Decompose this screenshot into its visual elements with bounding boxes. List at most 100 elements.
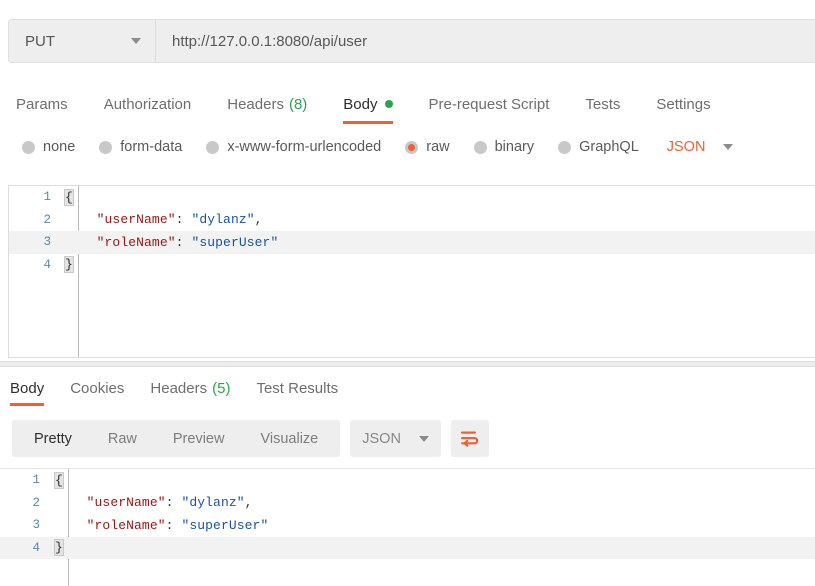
line-number: 1 bbox=[32, 473, 40, 488]
response-view-raw[interactable]: Raw bbox=[90, 420, 155, 457]
url-value: http://127.0.0.1:8080/api/user bbox=[172, 32, 368, 50]
response-view-pretty[interactable]: Pretty bbox=[16, 420, 90, 457]
headers-count-badge: (5) bbox=[212, 380, 231, 397]
response-view-toolbar: Pretty Raw Preview Visualize JSON bbox=[12, 420, 489, 457]
code-content: "userName": "dylanz", bbox=[55, 495, 253, 510]
request-body-editor[interactable]: 1 { 2 "userName": "dylanz", 3 "roleName"… bbox=[8, 185, 815, 358]
open-brace: { bbox=[64, 188, 74, 206]
tab-label: Pre-request Script bbox=[428, 95, 550, 113]
tab-label: Body bbox=[343, 95, 378, 113]
json-key: "userName" bbox=[86, 495, 166, 511]
response-view-preview[interactable]: Preview bbox=[155, 420, 243, 457]
response-tab-test-results[interactable]: Test Results bbox=[256, 371, 338, 406]
view-label: Pretty bbox=[34, 430, 72, 447]
response-body-editor[interactable]: 1 { 2 "userName": "dylanz", 3 "roleName"… bbox=[0, 468, 815, 586]
tab-authorization[interactable]: Authorization bbox=[104, 84, 192, 124]
tab-pre-request-script[interactable]: Pre-request Script bbox=[429, 84, 550, 124]
code-content: "roleName": "superUser" bbox=[65, 235, 279, 250]
wrap-lines-button[interactable] bbox=[450, 420, 489, 457]
chevron-down-icon bbox=[418, 435, 429, 442]
response-tabs: Body Cookies Headers (5) Test Results bbox=[0, 371, 815, 406]
url-input[interactable]: http://127.0.0.1:8080/api/user bbox=[155, 19, 815, 63]
response-view-visualize[interactable]: Visualize bbox=[242, 420, 336, 457]
body-type-graphql[interactable]: GraphQL bbox=[558, 139, 639, 155]
code-line[interactable]: 4 } bbox=[0, 536, 815, 559]
body-present-dot-icon bbox=[384, 100, 393, 108]
response-tab-body[interactable]: Body bbox=[10, 371, 45, 406]
line-number: 4 bbox=[43, 257, 51, 272]
radio-label: binary bbox=[494, 139, 535, 155]
code-content: { bbox=[64, 188, 74, 206]
code-content: { bbox=[54, 471, 64, 489]
request-tabs: Params Authorization Headers (8) Body Pr… bbox=[0, 84, 815, 124]
tab-label: Cookies bbox=[70, 380, 125, 397]
open-brace: { bbox=[54, 471, 64, 489]
line-number: 2 bbox=[32, 495, 40, 510]
code-line[interactable]: 1 { bbox=[0, 469, 815, 492]
code-line[interactable]: 3 "roleName": "superUser" bbox=[0, 514, 815, 537]
tab-tests[interactable]: Tests bbox=[585, 84, 620, 124]
json-comma: , bbox=[244, 495, 253, 511]
request-url-bar: PUT http://127.0.0.1:8080/api/user bbox=[8, 19, 815, 63]
view-label: Preview bbox=[172, 430, 225, 447]
body-type-form-data[interactable]: form-data bbox=[99, 139, 182, 155]
json-key: "roleName" bbox=[86, 517, 166, 533]
json-key: "userName" bbox=[96, 212, 176, 228]
json-value: "dylanz" bbox=[191, 212, 255, 228]
json-colon: : bbox=[175, 212, 192, 228]
code-line[interactable]: 2 "userName": "dylanz", bbox=[9, 209, 815, 232]
response-tab-cookies[interactable]: Cookies bbox=[70, 371, 124, 406]
line-number: 3 bbox=[32, 518, 40, 533]
http-method-dropdown[interactable]: PUT bbox=[8, 19, 155, 63]
json-value: "dylanz" bbox=[181, 495, 245, 511]
json-value: "superUser" bbox=[181, 517, 269, 533]
line-number: 1 bbox=[43, 190, 51, 205]
response-format-dropdown[interactable]: JSON bbox=[350, 420, 441, 457]
radio-label: GraphQL bbox=[579, 139, 639, 155]
json-colon: : bbox=[165, 495, 182, 511]
code-line[interactable]: 3 "roleName": "superUser" bbox=[9, 231, 815, 254]
response-tab-headers[interactable]: Headers (5) bbox=[150, 371, 230, 406]
radio-label: x-www-form-urlencoded bbox=[227, 139, 382, 155]
http-method-label: PUT bbox=[25, 32, 55, 50]
headers-count-badge: (8) bbox=[288, 95, 308, 113]
view-label: Raw bbox=[107, 430, 137, 447]
pane-resize-divider[interactable] bbox=[0, 361, 815, 367]
tab-label: Settings bbox=[656, 95, 711, 113]
radio-icon bbox=[473, 140, 487, 154]
code-content: "roleName": "superUser" bbox=[55, 517, 269, 533]
line-number: 4 bbox=[32, 540, 40, 555]
json-comma: , bbox=[254, 212, 263, 228]
tab-label: Authorization bbox=[103, 95, 192, 113]
json-colon: : bbox=[165, 517, 182, 533]
tab-label: Test Results bbox=[256, 380, 339, 397]
body-format-dropdown[interactable]: JSON bbox=[667, 139, 734, 155]
tab-label: Params bbox=[16, 95, 68, 113]
radio-label: form-data bbox=[120, 139, 183, 155]
close-brace: } bbox=[54, 539, 64, 557]
tab-headers[interactable]: Headers (8) bbox=[227, 84, 307, 124]
body-type-none[interactable]: none bbox=[22, 139, 75, 155]
body-type-raw[interactable]: raw bbox=[405, 139, 450, 155]
tab-params[interactable]: Params bbox=[16, 84, 68, 124]
body-type-x-www-form-urlencoded[interactable]: x-www-form-urlencoded bbox=[206, 139, 381, 155]
response-format-label: JSON bbox=[362, 430, 401, 447]
tab-settings[interactable]: Settings bbox=[656, 84, 710, 124]
code-line[interactable]: 4 } bbox=[9, 254, 815, 277]
tab-body[interactable]: Body bbox=[343, 84, 393, 124]
radio-icon bbox=[22, 140, 35, 154]
radio-icon bbox=[558, 140, 572, 154]
code-content: } bbox=[64, 256, 74, 274]
body-type-binary[interactable]: binary bbox=[473, 139, 535, 155]
line-number: 2 bbox=[43, 212, 51, 227]
chevron-down-icon bbox=[723, 144, 734, 150]
tab-label: Body bbox=[10, 380, 45, 397]
code-line[interactable]: 2 "userName": "dylanz", bbox=[0, 492, 815, 515]
code-line[interactable]: 1 { bbox=[9, 186, 815, 209]
code-content: "userName": "dylanz", bbox=[65, 212, 263, 227]
line-number: 3 bbox=[43, 235, 51, 250]
body-format-label: JSON bbox=[666, 139, 706, 155]
